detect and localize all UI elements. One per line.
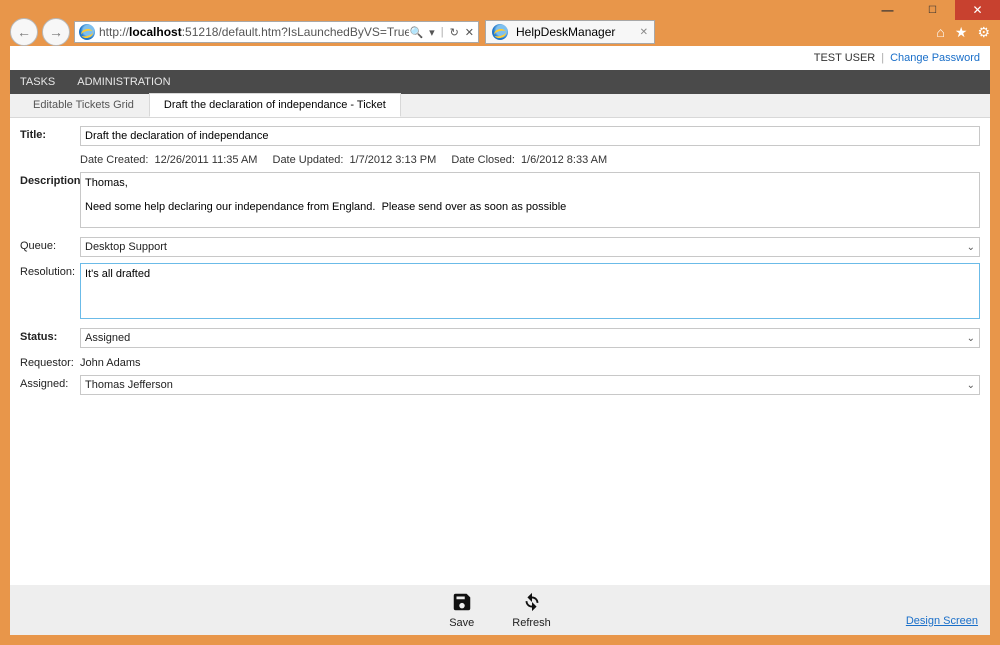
forward-button[interactable]: → bbox=[42, 18, 70, 46]
address-bar[interactable]: http://localhost:51218/default.htm?IsLau… bbox=[74, 21, 479, 43]
assigned-select[interactable]: Thomas Jefferson ⌄ bbox=[80, 375, 980, 395]
dropdown-icon[interactable]: ▾ bbox=[429, 26, 435, 39]
browser-toolbar: ← → http://localhost:51218/default.htm?I… bbox=[10, 20, 990, 44]
menu-bar: TASKS ADMINISTRATION bbox=[10, 70, 990, 94]
requestor-label: Requestor: bbox=[20, 354, 80, 369]
queue-label: Queue: bbox=[20, 237, 80, 252]
menu-tasks[interactable]: TASKS bbox=[20, 76, 55, 88]
change-password-link[interactable]: Change Password bbox=[890, 52, 980, 64]
browser-tools: ⌂ ★ ⚙ bbox=[936, 24, 990, 41]
favorites-icon[interactable]: ★ bbox=[955, 24, 968, 41]
maximize-button[interactable]: ☐ bbox=[910, 0, 955, 20]
description-input[interactable] bbox=[80, 172, 980, 228]
address-icons: 🔍▾ | ↻ ✕ bbox=[409, 26, 474, 39]
date-closed-label: Date Closed: bbox=[451, 154, 515, 166]
tab-title: HelpDeskManager bbox=[516, 25, 615, 39]
browser-tab[interactable]: HelpDeskManager ✕ bbox=[485, 20, 655, 44]
ie-icon bbox=[492, 24, 508, 40]
minimize-button[interactable]: — bbox=[865, 0, 910, 20]
refresh-icon[interactable]: ↻ bbox=[450, 26, 459, 39]
tab-ticket[interactable]: Draft the declaration of independance - … bbox=[149, 93, 401, 117]
home-icon[interactable]: ⌂ bbox=[936, 24, 944, 41]
ticket-form: Title: Date Created: 12/26/2011 11:35 AM… bbox=[10, 118, 990, 585]
tab-strip: Editable Tickets Grid Draft the declarat… bbox=[10, 94, 990, 118]
queue-value: Desktop Support bbox=[85, 241, 167, 253]
chevron-down-icon: ⌄ bbox=[967, 333, 975, 344]
assigned-value: Thomas Jefferson bbox=[85, 379, 173, 391]
date-created-value: 12/26/2011 11:35 AM bbox=[154, 154, 257, 166]
search-icon[interactable]: 🔍 bbox=[409, 26, 423, 39]
ie-icon bbox=[79, 24, 95, 40]
title-input[interactable] bbox=[80, 126, 980, 146]
refresh-label: Refresh bbox=[512, 617, 551, 629]
close-tab-icon[interactable]: ✕ bbox=[640, 27, 648, 38]
chevron-down-icon: ⌄ bbox=[967, 380, 975, 391]
resolution-label: Resolution: bbox=[20, 263, 80, 278]
chevron-down-icon: ⌄ bbox=[967, 242, 975, 253]
address-text: http://localhost:51218/default.htm?IsLau… bbox=[99, 25, 409, 39]
queue-select[interactable]: Desktop Support ⌄ bbox=[80, 237, 980, 257]
save-button[interactable]: Save bbox=[449, 591, 474, 629]
design-screen-link[interactable]: Design Screen bbox=[906, 615, 978, 627]
save-label: Save bbox=[449, 617, 474, 629]
current-user: TEST USER bbox=[814, 52, 876, 64]
stop-icon[interactable]: ✕ bbox=[465, 26, 474, 39]
action-bar: Save Refresh Design Screen bbox=[10, 585, 990, 635]
window-controls: — ☐ ✕ bbox=[865, 0, 1000, 20]
app-frame: TEST USER | Change Password TASKS ADMINI… bbox=[10, 46, 990, 635]
refresh-button[interactable]: Refresh bbox=[512, 591, 551, 629]
menu-administration[interactable]: ADMINISTRATION bbox=[77, 76, 170, 88]
date-created-label: Date Created: bbox=[80, 154, 148, 166]
tab-grid[interactable]: Editable Tickets Grid bbox=[18, 93, 149, 117]
date-updated-value: 1/7/2012 3:13 PM bbox=[349, 154, 436, 166]
description-label: Description: bbox=[20, 172, 80, 187]
date-updated-label: Date Updated: bbox=[273, 154, 344, 166]
date-row: Date Created: 12/26/2011 11:35 AM Date U… bbox=[20, 152, 980, 172]
status-value: Assigned bbox=[85, 332, 130, 344]
save-icon bbox=[451, 591, 473, 617]
title-label: Title: bbox=[20, 126, 80, 141]
requestor-value: John Adams bbox=[80, 354, 980, 369]
close-button[interactable]: ✕ bbox=[955, 0, 1000, 20]
user-bar: TEST USER | Change Password bbox=[10, 46, 990, 70]
date-closed-value: 1/6/2012 8:33 AM bbox=[521, 154, 607, 166]
settings-icon[interactable]: ⚙ bbox=[977, 24, 990, 41]
status-select[interactable]: Assigned ⌄ bbox=[80, 328, 980, 348]
assigned-label: Assigned: bbox=[20, 375, 80, 390]
refresh-icon bbox=[521, 591, 543, 617]
status-label: Status: bbox=[20, 328, 80, 343]
back-button[interactable]: ← bbox=[10, 18, 38, 46]
resolution-input[interactable] bbox=[80, 263, 980, 319]
